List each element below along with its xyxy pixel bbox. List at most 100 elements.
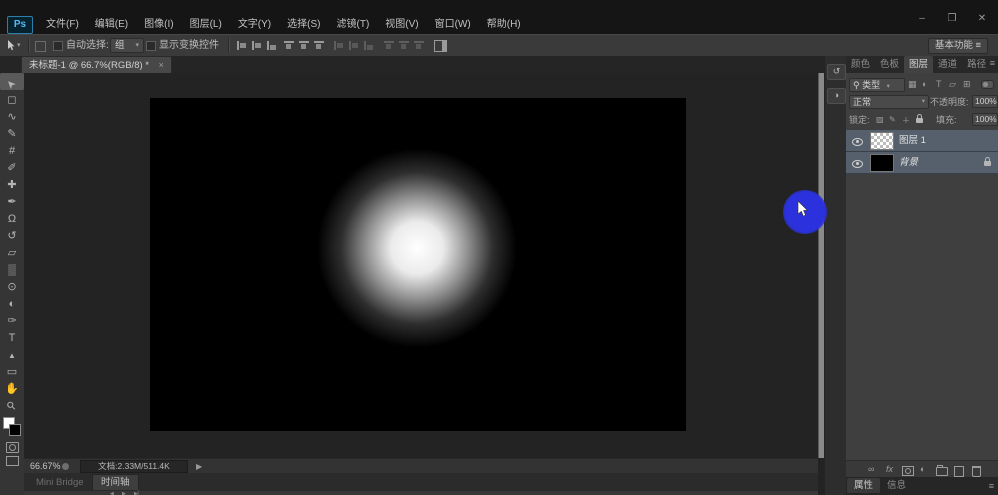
lock-position-icon[interactable]: ＋ <box>902 115 910 126</box>
move-tool[interactable]: ➤ <box>0 73 24 90</box>
spot-healing-brush-tool[interactable]: ✚ <box>0 175 24 192</box>
eyedropper-tool[interactable]: ✐ <box>0 158 24 175</box>
new-layer-icon[interactable] <box>954 466 964 477</box>
zoom-tool[interactable]: ⚲ <box>0 396 24 413</box>
align-top-edges-icon[interactable] <box>237 41 249 50</box>
align-right-edges-icon[interactable] <box>314 41 324 52</box>
layer-filter-toggle[interactable] <box>981 80 994 89</box>
show-transform-checkbox[interactable] <box>146 41 156 51</box>
delete-layer-icon[interactable] <box>972 466 981 477</box>
filter-pixel-layers-icon[interactable]: ▦ <box>908 78 917 90</box>
align-left-edges-icon[interactable] <box>284 41 294 52</box>
canvas-pasteboard[interactable] <box>24 73 818 458</box>
menu-item-help[interactable]: 帮助(H) <box>479 16 529 34</box>
gradient-tool[interactable]: ▒ <box>0 260 24 277</box>
layer-row-background[interactable]: 背景 <box>846 152 998 174</box>
tab-mini-bridge[interactable]: Mini Bridge <box>36 476 84 490</box>
quick-mask-button[interactable] <box>6 442 19 453</box>
filter-smart-object-icon[interactable]: ⊞ <box>963 78 971 90</box>
align-horizontal-centers-icon[interactable] <box>299 41 309 52</box>
adjustment-layer-icon[interactable]: ◐ <box>920 463 925 476</box>
pen-tool[interactable]: ✑ <box>0 311 24 328</box>
blend-mode-dropdown[interactable]: 正常 ▾ <box>849 95 929 109</box>
lock-all-icon[interactable] <box>916 118 923 123</box>
distribute-top-edges-icon[interactable] <box>334 41 346 50</box>
lock-image-pixels-icon[interactable]: ✎ <box>889 115 896 124</box>
close-button[interactable]: ✕ <box>974 13 990 24</box>
tab-timeline[interactable]: 时间轴 <box>92 474 139 490</box>
layer1-name[interactable]: 图层 1 <box>899 134 926 147</box>
timeline-play-icon[interactable]: ▶ <box>122 491 126 495</box>
tool-preset-caret-icon[interactable]: ▾ <box>17 35 21 56</box>
status-options-arrow-icon[interactable]: ▶ <box>196 460 202 473</box>
filter-adjustment-layers-icon[interactable]: ◐ <box>922 78 927 90</box>
layer-style-fx-icon[interactable]: fx <box>886 463 893 476</box>
lasso-tool[interactable]: ∿ <box>0 107 24 124</box>
menu-item-image[interactable]: 图像(I) <box>136 16 181 34</box>
visibility-eye-icon[interactable] <box>852 138 863 146</box>
minimize-button[interactable]: – <box>914 13 930 24</box>
tab-channels[interactable]: 通道 <box>933 56 962 73</box>
eraser-tool[interactable]: ▱ <box>0 243 24 260</box>
filter-shape-layers-icon[interactable]: ▱ <box>949 78 956 90</box>
restore-button[interactable]: ❐ <box>944 13 960 24</box>
auto-select-dropdown[interactable]: 组▾ <box>110 38 144 53</box>
quick-selection-tool[interactable]: ✎ <box>0 124 24 141</box>
menu-item-type[interactable]: 文字(Y) <box>230 16 279 34</box>
menu-item-edit[interactable]: 编辑(E) <box>87 16 136 34</box>
properties-panel-button[interactable]: ◑ <box>827 88 846 104</box>
timeline-prev-icon[interactable]: ◀ <box>110 491 114 495</box>
filter-type-layers-icon[interactable]: T <box>936 78 942 90</box>
auto-select-checkbox[interactable] <box>53 41 63 51</box>
screen-mode-button[interactable] <box>6 456 19 466</box>
lock-transparent-pixels-icon[interactable]: ▨ <box>876 115 884 124</box>
background-color-swatch[interactable] <box>9 424 21 436</box>
menu-item-file[interactable]: 文件(F) <box>38 16 87 34</box>
tab-properties[interactable]: 属性 <box>847 478 880 493</box>
path-selection-tool[interactable]: ▲ <box>0 345 24 362</box>
document-tab[interactable]: 未标题-1 @ 66.7%(RGB/8) * × <box>21 56 172 74</box>
background-thumbnail[interactable] <box>870 154 894 172</box>
menu-item-layer[interactable]: 图层(L) <box>182 16 230 34</box>
brush-tool[interactable]: ✒ <box>0 192 24 209</box>
clone-stamp-tool[interactable]: Ω <box>0 209 24 226</box>
background-name[interactable]: 背景 <box>899 156 918 169</box>
shape-tool[interactable]: ▭ <box>0 362 24 379</box>
timeline-next-icon[interactable]: ▶▏ <box>134 491 142 495</box>
blur-tool[interactable]: ⊙ <box>0 277 24 294</box>
distribute-left-edges-icon[interactable] <box>384 41 394 52</box>
history-brush-tool[interactable]: ↺ <box>0 226 24 243</box>
hand-tool[interactable]: ✋ <box>0 379 24 396</box>
opacity-value[interactable]: 100% <box>972 95 998 108</box>
crop-tool[interactable]: # <box>0 141 24 158</box>
new-group-icon[interactable] <box>936 467 948 476</box>
workspace-switcher-button[interactable]: 基本功能 ≡ <box>928 38 988 54</box>
menu-item-window[interactable]: 窗口(W) <box>427 16 479 34</box>
tab-layers[interactable]: 图层 <box>904 56 933 73</box>
panel-menu-icon[interactable]: ≡ <box>990 58 995 68</box>
menu-item-view[interactable]: 视图(V) <box>377 16 426 34</box>
tool-preset-icon[interactable] <box>35 41 46 52</box>
distribute-bottom-edges-icon[interactable] <box>364 41 376 50</box>
align-vertical-centers-icon[interactable] <box>252 41 264 50</box>
align-bottom-edges-icon[interactable] <box>267 41 279 50</box>
tab-swatches[interactable]: 色板 <box>875 56 904 73</box>
menu-item-select[interactable]: 选择(S) <box>279 16 328 34</box>
distribute-horizontal-centers-icon[interactable] <box>399 41 409 52</box>
menu-item-filter[interactable]: 滤镜(T) <box>329 16 378 34</box>
link-layers-icon[interactable]: ∞ <box>868 463 874 476</box>
zoom-level-field[interactable]: 66.67% <box>30 460 61 473</box>
rectangular-marquee-tool[interactable]: ◻ <box>0 90 24 107</box>
document-canvas[interactable] <box>150 98 686 431</box>
type-tool[interactable]: T <box>0 328 24 345</box>
tab-info[interactable]: 信息 <box>880 478 913 493</box>
dodge-tool[interactable]: ◐ <box>0 294 24 311</box>
document-close-icon[interactable]: × <box>159 60 164 70</box>
layer1-thumbnail[interactable] <box>870 132 894 150</box>
tab-paths[interactable]: 路径 <box>962 56 991 73</box>
layer-row-layer1[interactable]: 图层 1 <box>846 130 998 152</box>
add-layer-mask-icon[interactable] <box>902 466 914 476</box>
layer-filter-dropdown[interactable]: ⚲ 类型 ▾ <box>849 78 905 92</box>
fill-value[interactable]: 100% <box>972 113 998 126</box>
tab-color[interactable]: 颜色 <box>846 56 875 73</box>
